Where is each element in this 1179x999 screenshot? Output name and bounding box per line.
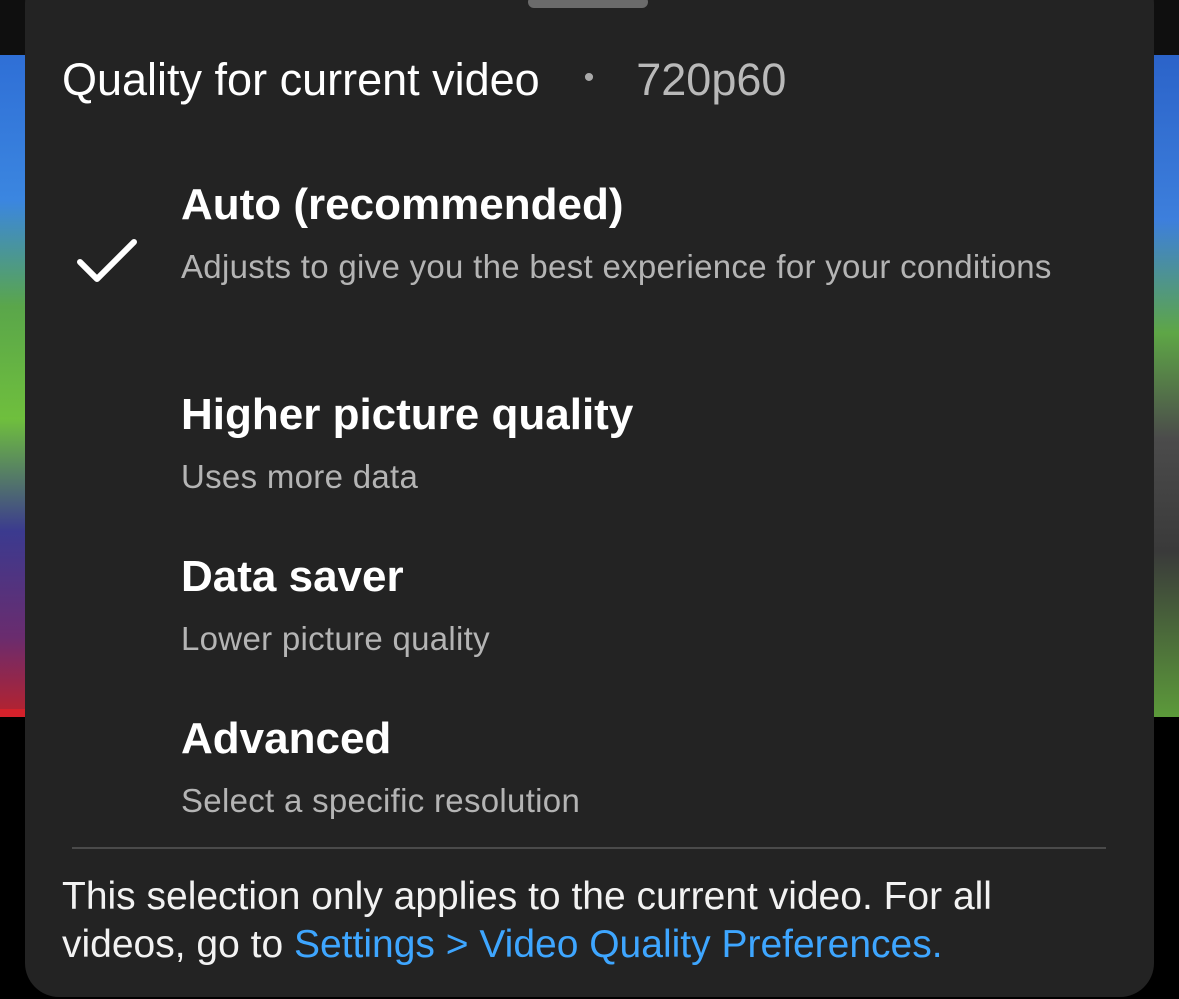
option-subtitle: Uses more data xyxy=(181,458,419,495)
divider xyxy=(72,847,1106,849)
option-data-saver[interactable]: Data saver Lower picture quality xyxy=(25,552,1154,662)
sheet-header: Quality for current video • 720p60 xyxy=(62,54,786,106)
screen: Quality for current video • 720p60 Auto … xyxy=(0,0,1179,999)
footer-note: This selection only applies to the curre… xyxy=(62,873,1122,969)
sheet-drag-handle[interactable] xyxy=(528,0,648,8)
option-advanced[interactable]: Advanced Select a specific resolution xyxy=(25,714,1154,824)
option-higher-quality[interactable]: Higher picture quality Uses more data xyxy=(25,390,1154,500)
settings-video-quality-link[interactable]: Settings > Video Quality Preferences. xyxy=(294,923,943,966)
option-title: Advanced xyxy=(181,714,392,763)
header-separator: • xyxy=(583,61,595,94)
current-quality-value: 720p60 xyxy=(636,54,787,105)
option-subtitle: Adjusts to give you the best experience … xyxy=(181,248,1052,285)
sheet-title: Quality for current video xyxy=(62,54,540,105)
option-title: Auto (recommended) xyxy=(181,180,624,229)
option-auto[interactable]: Auto (recommended) Adjusts to give you t… xyxy=(25,180,1154,340)
checkmark-icon xyxy=(77,239,137,282)
option-subtitle: Select a specific resolution xyxy=(181,782,581,819)
option-subtitle: Lower picture quality xyxy=(181,620,490,657)
option-title: Higher picture quality xyxy=(181,390,634,439)
quality-bottom-sheet: Quality for current video • 720p60 Auto … xyxy=(25,0,1154,997)
option-title: Data saver xyxy=(181,552,404,601)
